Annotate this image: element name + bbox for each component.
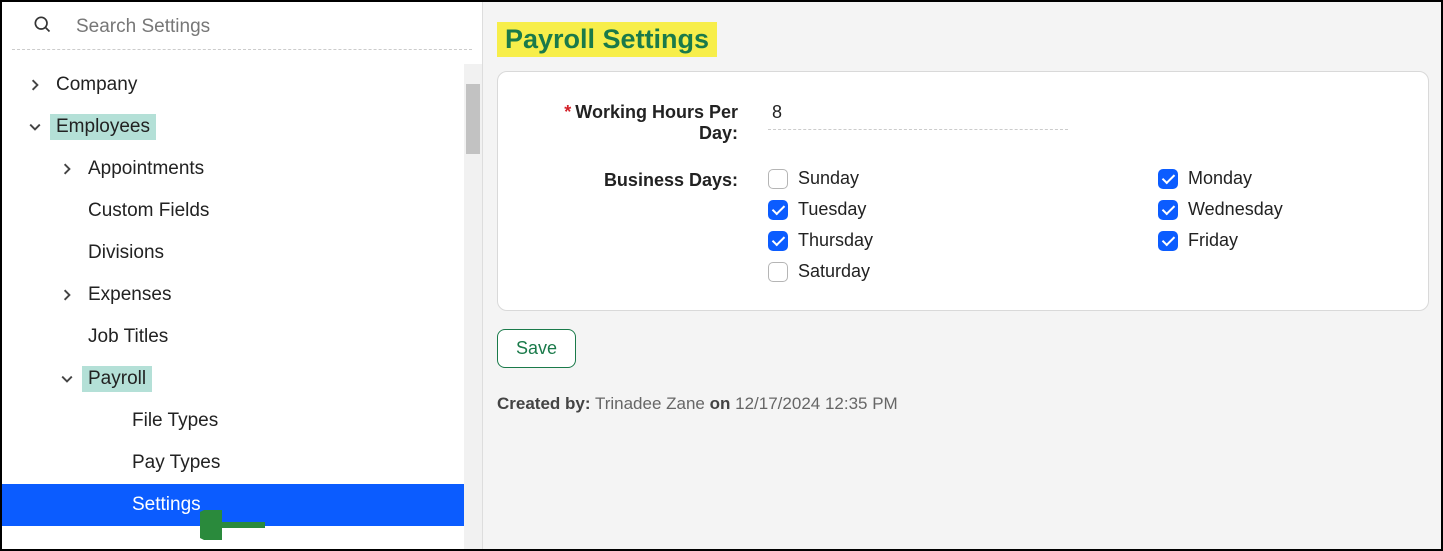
sidebar: Company Employees Appointments Custom Field…	[2, 2, 482, 549]
search-row	[12, 2, 472, 50]
sidebar-item-appointments[interactable]: Appointments	[2, 148, 482, 190]
chevron-right-icon[interactable]	[26, 79, 44, 91]
day-label: Sunday	[798, 168, 859, 189]
sidebar-item-label: Payroll	[82, 366, 152, 392]
sidebar-item-label: Custom Fields	[82, 198, 215, 224]
sidebar-item-label: Job Titles	[82, 324, 174, 350]
checkbox-wednesday[interactable]	[1158, 200, 1178, 220]
search-icon	[32, 14, 52, 39]
checkbox-saturday[interactable]	[768, 262, 788, 282]
settings-tree: Company Employees Appointments Custom Field…	[2, 64, 482, 526]
day-saturday[interactable]: Saturday	[768, 261, 998, 282]
sidebar-item-payroll[interactable]: Payroll	[2, 358, 482, 400]
sidebar-item-label: File Types	[126, 408, 224, 434]
created-on-label: on	[710, 394, 731, 413]
main-content: Payroll Settings *Working Hours Per Day:…	[482, 2, 1441, 549]
checkbox-thursday[interactable]	[768, 231, 788, 251]
sidebar-item-company[interactable]: Company	[2, 64, 482, 106]
day-label: Thursday	[798, 230, 873, 251]
sidebar-item-job-titles[interactable]: Job Titles	[2, 316, 482, 358]
sidebar-item-label: Expenses	[82, 282, 177, 308]
day-label: Monday	[1188, 168, 1252, 189]
sidebar-item-label: Employees	[50, 114, 156, 140]
sidebar-item-label: Divisions	[82, 240, 170, 266]
day-friday[interactable]: Friday	[1158, 230, 1388, 251]
sidebar-item-settings[interactable]: Settings	[2, 484, 482, 526]
checkbox-tuesday[interactable]	[768, 200, 788, 220]
chevron-down-icon[interactable]	[26, 121, 44, 133]
sidebar-item-divisions[interactable]: Divisions	[2, 232, 482, 274]
business-days-grid: Sunday Monday Tuesday Wednesday Thursday Frid…	[768, 168, 1388, 282]
sidebar-item-label: Pay Types	[126, 450, 226, 476]
sidebar-item-file-types[interactable]: File Types	[2, 400, 482, 442]
day-monday[interactable]: Monday	[1158, 168, 1388, 189]
sidebar-item-pay-types[interactable]: Pay Types	[2, 442, 482, 484]
chevron-down-icon[interactable]	[58, 373, 76, 385]
day-label: Wednesday	[1188, 199, 1283, 220]
created-by-label: Created by:	[497, 394, 591, 413]
day-tuesday[interactable]: Tuesday	[768, 199, 998, 220]
row-working-hours: *Working Hours Per Day:	[538, 100, 1388, 144]
sidebar-item-custom-fields[interactable]: Custom Fields	[2, 190, 482, 232]
label-business-days: Business Days:	[538, 168, 738, 191]
day-thursday[interactable]: Thursday	[768, 230, 998, 251]
chevron-right-icon[interactable]	[58, 163, 76, 175]
day-label: Friday	[1188, 230, 1238, 251]
page-title: Payroll Settings	[497, 22, 717, 57]
search-input[interactable]	[76, 16, 452, 38]
scrollbar[interactable]	[464, 64, 482, 549]
label-working-hours: *Working Hours Per Day:	[538, 100, 738, 144]
row-business-days: Business Days: Sunday Monday Tuesday Wednes…	[538, 168, 1388, 282]
sidebar-item-label: Appointments	[82, 156, 210, 182]
created-on-value: 12/17/2024 12:35 PM	[735, 394, 898, 413]
sidebar-item-employees[interactable]: Employees	[2, 106, 482, 148]
required-asterisk: *	[564, 102, 571, 122]
checkbox-monday[interactable]	[1158, 169, 1178, 189]
sidebar-item-label: Settings	[126, 492, 207, 518]
day-wednesday[interactable]: Wednesday	[1158, 199, 1388, 220]
scrollbar-thumb[interactable]	[466, 84, 480, 154]
day-sunday[interactable]: Sunday	[768, 168, 998, 189]
input-working-hours[interactable]	[768, 100, 1068, 130]
day-label: Saturday	[798, 261, 870, 282]
save-button[interactable]: Save	[497, 329, 576, 368]
created-meta: Created by: Trinadee Zane on 12/17/2024 …	[497, 394, 1429, 414]
chevron-right-icon[interactable]	[58, 289, 76, 301]
sidebar-item-label: Company	[50, 72, 143, 98]
created-by-value: Trinadee Zane	[595, 394, 705, 413]
label-working-hours-text: Working Hours Per Day:	[575, 102, 738, 143]
sidebar-item-expenses[interactable]: Expenses	[2, 274, 482, 316]
checkbox-sunday[interactable]	[768, 169, 788, 189]
checkbox-friday[interactable]	[1158, 231, 1178, 251]
day-label: Tuesday	[798, 199, 866, 220]
settings-card: *Working Hours Per Day: Business Days: S…	[497, 71, 1429, 311]
